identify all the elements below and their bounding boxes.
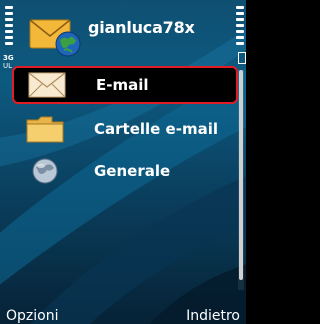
list-item-label: Cartelle e-mail (94, 120, 218, 138)
signal-strength-indicator (2, 6, 14, 56)
status-header: 3G UL gianluca78x (0, 0, 246, 70)
network-type-label: 3G (3, 54, 14, 62)
list-item-label: E-mail (96, 76, 149, 94)
back-softkey[interactable]: Indietro (186, 308, 240, 324)
screen: 3G UL gianluca78x E-mail Cartelle e-mail… (0, 0, 246, 324)
battery-cap-icon (238, 52, 246, 64)
list-item-email-folders[interactable]: Cartelle e-mail (12, 108, 238, 150)
mail-globe-icon (29, 19, 81, 57)
globe-icon (32, 158, 58, 184)
account-title: gianluca78x (88, 18, 195, 37)
envelope-icon (28, 72, 66, 98)
list-item-label: Generale (94, 162, 171, 180)
signal-mode-label: UL (3, 62, 13, 70)
scrollbar-thumb[interactable] (239, 70, 243, 280)
battery-indicator (236, 6, 244, 56)
options-softkey[interactable]: Opzioni (6, 308, 58, 324)
scrollbar[interactable] (238, 70, 244, 290)
list-item-general[interactable]: Generale (12, 150, 238, 192)
folder-icon (26, 116, 64, 143)
list-item-email[interactable]: E-mail (12, 66, 238, 104)
settings-list: E-mail Cartelle e-mail Generale (12, 66, 238, 192)
